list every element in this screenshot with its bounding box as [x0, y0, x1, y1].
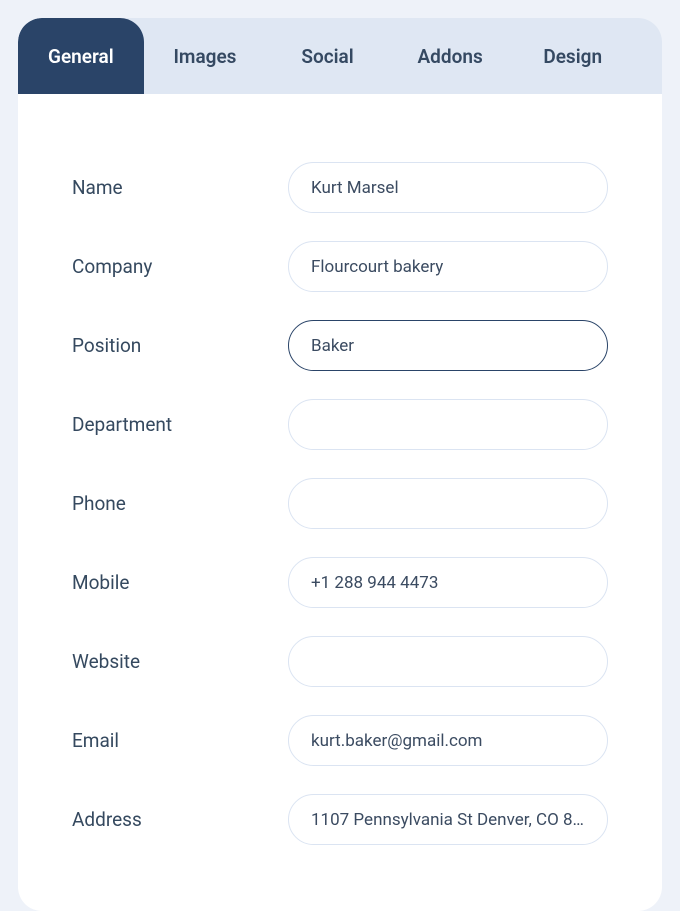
label-position: Position [72, 334, 288, 357]
label-department: Department [72, 413, 288, 436]
label-mobile: Mobile [72, 571, 288, 594]
label-email: Email [72, 729, 288, 752]
company-field[interactable] [288, 241, 608, 292]
tab-design[interactable]: Design [511, 18, 634, 94]
form-row-name: Name [72, 162, 608, 213]
tab-addons[interactable]: Addons [389, 18, 512, 94]
mobile-field[interactable] [288, 557, 608, 608]
form-row-mobile: Mobile [72, 557, 608, 608]
label-address: Address [72, 808, 288, 831]
form-row-phone: Phone [72, 478, 608, 529]
phone-field[interactable] [288, 478, 608, 529]
label-phone: Phone [72, 492, 288, 515]
form-row-address: Address [72, 794, 608, 845]
name-field[interactable] [288, 162, 608, 213]
address-field[interactable] [288, 794, 608, 845]
tab-images[interactable]: Images [144, 18, 267, 94]
settings-panel: General Images Social Addons Design Name… [18, 18, 662, 911]
tab-social[interactable]: Social [266, 18, 389, 94]
department-field[interactable] [288, 399, 608, 450]
tab-bar: General Images Social Addons Design [18, 18, 662, 94]
position-field[interactable] [288, 320, 608, 371]
label-company: Company [72, 255, 288, 278]
form-row-position: Position [72, 320, 608, 371]
label-website: Website [72, 650, 288, 673]
form-row-website: Website [72, 636, 608, 687]
label-name: Name [72, 176, 288, 199]
form-row-department: Department [72, 399, 608, 450]
website-field[interactable] [288, 636, 608, 687]
email-field[interactable] [288, 715, 608, 766]
tab-general[interactable]: General [18, 18, 144, 94]
form-content: Name Company Position Department Phone M… [18, 94, 662, 911]
form-row-company: Company [72, 241, 608, 292]
form-row-email: Email [72, 715, 608, 766]
